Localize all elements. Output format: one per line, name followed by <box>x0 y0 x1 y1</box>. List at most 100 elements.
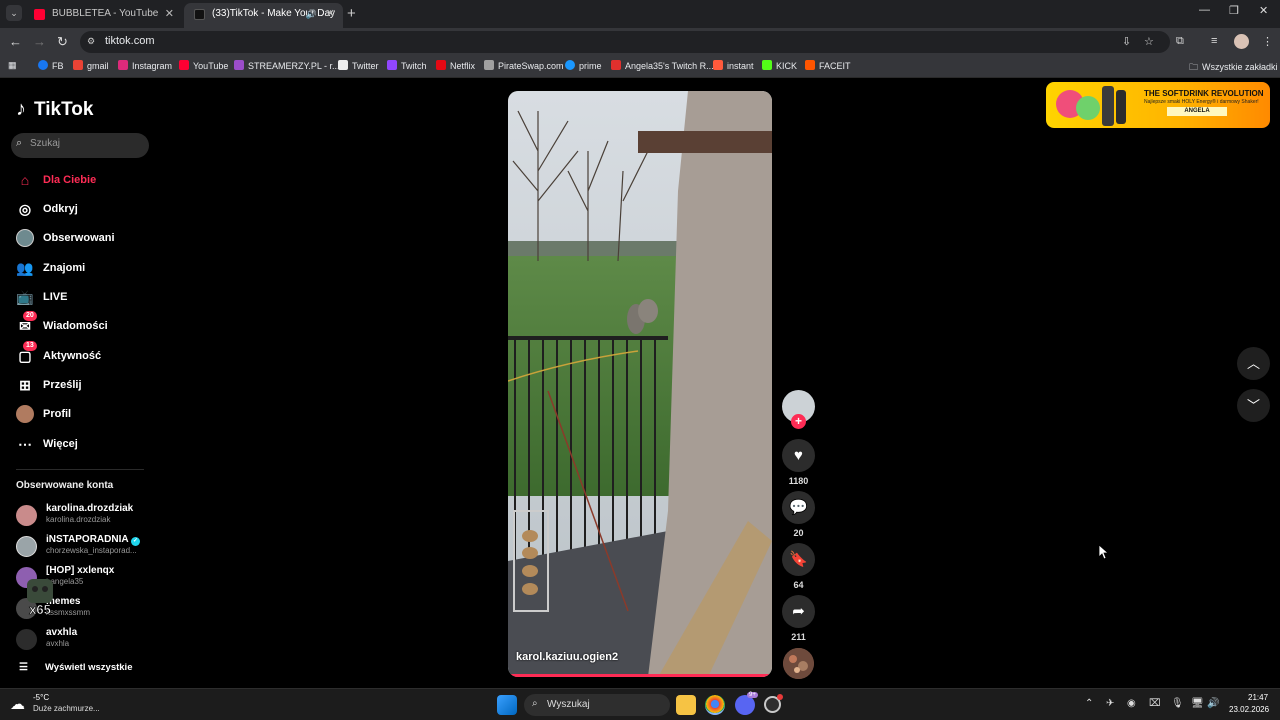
install-app-icon[interactable]: ⇩ <box>1122 35 1131 48</box>
cloud-weather-icon[interactable]: ☁ <box>10 695 25 713</box>
menu-activity[interactable]: ▢ 13 Aktywność <box>16 341 146 367</box>
followed-account[interactable]: karolina.drozdziak karolina.drozdziak <box>16 503 156 533</box>
bookmark-instant[interactable]: instant <box>713 60 754 71</box>
verified-icon: ✓ <box>131 537 141 546</box>
reload-icon[interactable]: ↻ <box>57 34 68 50</box>
menu-upload[interactable]: ⊞ Prześlij <box>16 376 146 396</box>
profile-avatar-icon[interactable] <box>1234 34 1249 49</box>
share-button[interactable]: ➦ <box>782 595 815 628</box>
minimize-icon[interactable]: — <box>1199 4 1210 16</box>
account-name: [HOP] xxlenqx <box>46 565 115 576</box>
menu-messages[interactable]: ✉ 20 Wiadomości <box>16 311 146 337</box>
bookmark-prime[interactable]: prime <box>565 60 602 71</box>
save-button[interactable]: 🔖 <box>782 543 815 576</box>
volume-icon[interactable]: 🔊 <box>1207 698 1219 709</box>
faceit-icon <box>805 60 815 70</box>
like-count: 1180 <box>788 476 809 486</box>
bookmark-fb[interactable]: FB <box>38 60 64 71</box>
search-input[interactable] <box>30 138 140 149</box>
bookmark-twitter[interactable]: Twitter <box>338 60 379 71</box>
previous-video-button[interactable]: ︿ <box>1237 347 1270 380</box>
promo-banner[interactable]: THE SOFTDRINK REVOLUTION Najlepsze smaki… <box>1046 82 1270 128</box>
clock-time[interactable]: 21:47 <box>1248 693 1268 702</box>
bookmark-label: Twitter <box>352 61 379 71</box>
account-name-wrap: iNSTAPORADNIA ✓ <box>46 534 141 546</box>
followed-account[interactable]: avxhla avxhla <box>16 627 156 657</box>
input-tray-icon[interactable]: ⌧ <box>1149 698 1161 709</box>
bookmark-twitch[interactable]: Twitch <box>387 60 427 71</box>
menu-icon[interactable]: ⋮ <box>1262 35 1273 48</box>
address-bar[interactable]: ⚙ tiktok.com ⇩ ☆ <box>80 31 1170 53</box>
extensions-icon[interactable]: ⧉ <box>1176 35 1184 48</box>
start-windows-icon[interactable] <box>497 695 517 715</box>
url-text[interactable]: tiktok.com <box>105 35 155 47</box>
bookmark-angela-twitch[interactable]: Angela35's Twitch R... <box>611 60 714 71</box>
avatar <box>16 629 37 650</box>
menu-more[interactable]: ⋯ Więcej <box>16 435 146 455</box>
menu-label: Aktywność <box>43 350 102 362</box>
speaker-icon[interactable]: 🔊 <box>306 3 317 25</box>
chevron-up-tray-icon[interactable]: ⌃ <box>1085 698 1093 709</box>
compass-icon: ◎ <box>18 201 32 217</box>
close-window-icon[interactable]: ✕ <box>1259 4 1268 17</box>
menu-following[interactable]: Obserwowani <box>16 229 146 249</box>
next-video-button[interactable]: ﹀ <box>1237 389 1270 422</box>
clock-date[interactable]: 23.02.2026 <box>1229 705 1269 714</box>
menu-for-you[interactable]: ⌂ Dla Ciebie <box>16 171 146 191</box>
tab-tiktok[interactable]: (33)TikTok - Make Your Day 🔊 ✕ <box>184 3 343 28</box>
microphone-icon[interactable]: 🎙 <box>1171 698 1184 709</box>
menu-label: Obserwowani <box>43 232 115 244</box>
windows-taskbar: ☁ -5°C Duże zachmurze... ⌕ 9+ ⌃ ✈ ◉ ⌧ 🎙 … <box>0 688 1280 720</box>
menu-friends[interactable]: 👥 Znajomi <box>16 259 146 279</box>
weather-desc[interactable]: Duże zachmurze... <box>33 704 100 713</box>
comment-button[interactable]: 💬 <box>782 491 815 524</box>
menu-explore[interactable]: ◎ Odkryj <box>16 200 146 220</box>
tab-youtube[interactable]: BUBBLETEA - YouTube ✕ <box>24 3 182 28</box>
bookmark-netflix[interactable]: Netflix <box>436 60 475 71</box>
like-button[interactable]: ♥ <box>782 439 815 472</box>
file-explorer-icon[interactable] <box>676 695 696 715</box>
all-bookmarks[interactable]: 🗀 Wszystkie zakładki <box>1189 60 1278 76</box>
media-control-icon[interactable]: ≡ <box>1211 35 1217 47</box>
bookmark-faceit[interactable]: FACEIT <box>805 60 851 71</box>
discord-tray-icon[interactable]: ◉ <box>1127 698 1136 709</box>
tab-search-icon[interactable]: ⌄ <box>6 5 22 21</box>
follow-button[interactable]: + <box>791 414 806 429</box>
tiktok-search[interactable]: ⌕ <box>11 133 149 158</box>
video-progress-bar[interactable] <box>508 674 772 677</box>
tab-label: BUBBLETEA - YouTube <box>52 8 159 19</box>
overlay-text: x65 <box>29 602 51 617</box>
site-info-icon[interactable]: ⚙ <box>87 36 99 48</box>
video-author[interactable]: karol.kaziuu.ogien2 <box>516 651 618 663</box>
apps-icon[interactable]: ▦ <box>8 60 17 71</box>
bookmark-pirateswap[interactable]: PirateSwap.com <box>484 60 564 71</box>
music-disc-icon[interactable] <box>783 648 814 679</box>
menu-profile[interactable]: Profil <box>16 405 146 425</box>
bookmark-gmail[interactable]: gmail <box>73 60 109 71</box>
upload-icon: ⊞ <box>19 377 31 393</box>
forward-icon[interactable]: → <box>33 34 46 49</box>
tiktok-logo[interactable]: ♪ TikTok <box>16 98 93 121</box>
taskbar-search-input[interactable] <box>547 699 662 710</box>
network-icon[interactable]: 🖥 <box>1191 698 1204 709</box>
bookmark-streamerzy[interactable]: STREAMERZY.PL - r... <box>234 60 340 71</box>
menu-live[interactable]: 📺 LIVE <box>16 288 146 308</box>
bookmark-instagram[interactable]: Instagram <box>118 60 172 71</box>
bookmark-label: STREAMERZY.PL - r... <box>248 61 340 71</box>
close-icon[interactable]: ✕ <box>326 3 335 25</box>
bookmark-star-icon[interactable]: ☆ <box>1144 35 1154 48</box>
bookmarks-bar: ▦ FB gmail Instagram YouTube STREAMERZY.… <box>0 56 1280 78</box>
taskbar-search[interactable]: ⌕ <box>524 694 670 716</box>
close-icon[interactable]: ✕ <box>165 3 174 25</box>
back-icon[interactable]: ← <box>9 34 22 49</box>
video-player[interactable]: karol.kaziuu.ogien2 <box>508 91 772 677</box>
app-tray-icon[interactable]: ✈ <box>1106 698 1114 709</box>
bookmark-youtube[interactable]: YouTube <box>179 60 228 71</box>
bookmark-kick[interactable]: KICK <box>762 60 797 71</box>
weather-temp[interactable]: -5°C <box>33 693 49 702</box>
restore-icon[interactable]: ❐ <box>1229 4 1239 17</box>
discord-icon[interactable] <box>735 695 755 715</box>
chrome-icon[interactable] <box>705 695 725 715</box>
new-tab-button[interactable]: + <box>347 5 356 22</box>
followed-account[interactable]: iNSTAPORADNIA ✓ chorzewska_instaporad... <box>16 534 156 564</box>
